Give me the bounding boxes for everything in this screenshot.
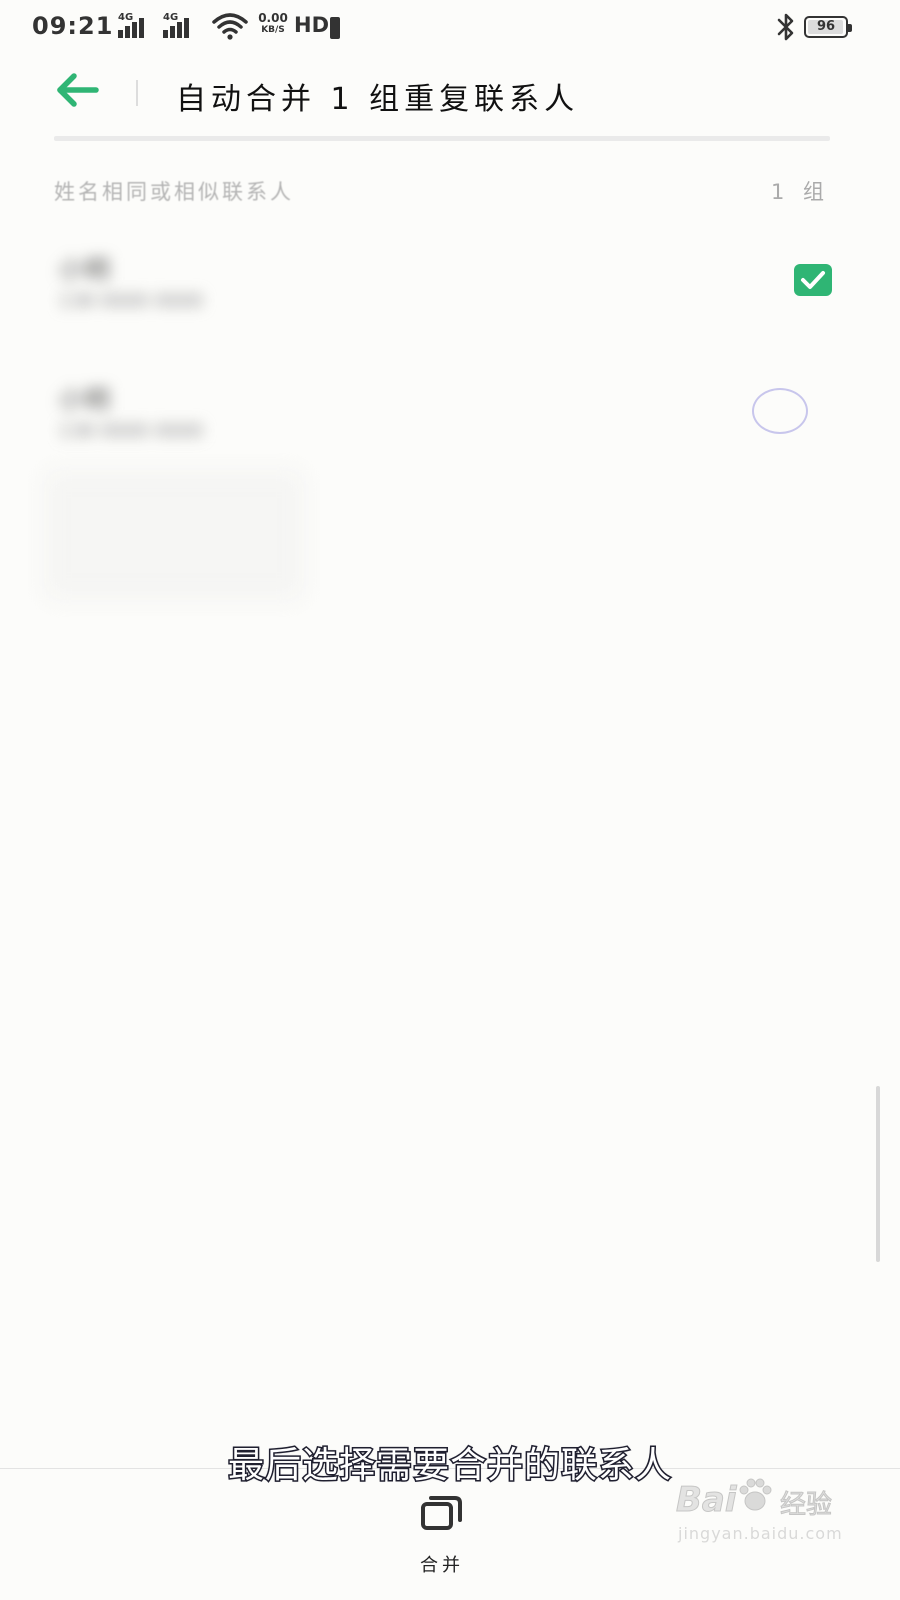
battery-text: 96 [816, 19, 836, 34]
blurred-area [44, 470, 304, 600]
wifi-icon [212, 13, 248, 40]
contact-checkbox-checked[interactable] [794, 264, 832, 296]
baidu-watermark: Bai 经验 jingyan.baidu.com [676, 1476, 846, 1556]
battery-icon: 96 [804, 16, 852, 38]
network-speed: 0.00 KB/S [258, 11, 288, 35]
contact-row[interactable]: 小明 138 0000 0000 [54, 370, 834, 480]
arrow-left-icon [57, 73, 99, 107]
contact-phone: 138 0000 0000 [58, 420, 204, 442]
status-time: 09:21 [32, 12, 114, 40]
watermark-url: jingyan.baidu.com [678, 1524, 843, 1543]
checkmark-icon [801, 271, 825, 289]
signal-icon: 4G [118, 12, 156, 38]
header-divider-line [54, 136, 830, 141]
signal-icon: 4G [163, 12, 201, 38]
hd-label: HD [294, 13, 330, 37]
merge-button[interactable]: 合并 [400, 1491, 484, 1591]
caption-text: 最后选择需要合并的联系人 [226, 1444, 672, 1488]
bluetooth-icon [777, 13, 794, 41]
status-bar: 09:21 4G 4G 0.00 KB/S HD 96 [0, 0, 900, 54]
contact-phone: 138 0000 0000 [58, 290, 204, 312]
header-divider [136, 80, 138, 106]
merge-label: 合并 [420, 1555, 464, 1576]
back-button[interactable] [52, 70, 112, 114]
scrollbar[interactable] [876, 1086, 880, 1262]
section-header: 姓名相同或相似联系人 1 组 [54, 172, 830, 212]
screen: 09:21 4G 4G 0.00 KB/S HD 96 自动合并 1 组重复联系… [0, 0, 900, 1600]
watermark-logo: Bai [676, 1480, 738, 1521]
section-count: 1 组 [770, 180, 830, 204]
paw-icon [739, 1478, 772, 1511]
contact-row[interactable]: 小明 138 0000 0000 [54, 240, 834, 350]
page-title: 自动合并 1 组重复联系人 [176, 82, 580, 117]
contact-radio-unchecked[interactable] [752, 388, 808, 434]
contact-name: 小明 [58, 386, 111, 416]
merge-icon [421, 1496, 462, 1530]
sim-icon [330, 17, 340, 39]
contact-name: 小明 [58, 256, 111, 286]
app-header: 自动合并 1 组重复联系人 [0, 58, 900, 134]
section-label: 姓名相同或相似联系人 [54, 180, 294, 204]
watermark-suffix: 经验 [779, 1490, 833, 1521]
